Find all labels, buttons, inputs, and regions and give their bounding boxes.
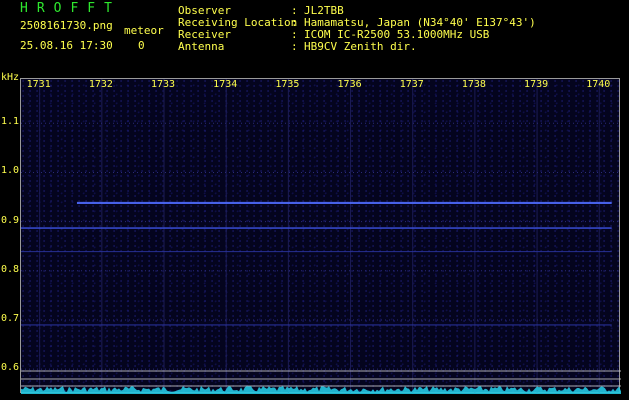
x-tick-label: 1734 <box>213 79 238 90</box>
meteor-count: 0 <box>138 39 145 52</box>
y-tick-label: 0.6 <box>1 362 20 374</box>
x-tick-label: 1732 <box>88 79 113 90</box>
x-tick-label: 1740 <box>586 79 611 90</box>
x-tick-label: 1739 <box>524 79 549 90</box>
x-tick-label: 1733 <box>151 79 176 90</box>
x-tick-label: 1736 <box>337 79 362 90</box>
y-tick-label: 0.9 <box>1 214 20 226</box>
hrofft-display: HROFFT 2508161730.png 25.08.16 17:30 met… <box>0 0 629 400</box>
x-tick-label: 1737 <box>399 79 424 90</box>
capture-datetime: 25.08.16 17:30 <box>20 39 113 52</box>
mode-label: meteor <box>124 24 164 37</box>
x-tick-label: 1731 <box>26 79 51 90</box>
image-filename: 2508161730.png <box>20 19 113 32</box>
spectrum-strip <box>21 386 621 394</box>
info-separator: : <box>291 40 298 53</box>
spectrogram-svg <box>21 79 621 394</box>
y-tick-label: 0.7 <box>1 312 20 324</box>
spectrogram <box>20 78 621 394</box>
info-value: HB9CV Zenith dir. <box>304 40 417 53</box>
x-tick-label: 1735 <box>275 79 300 90</box>
app-title: HROFFT <box>20 1 121 16</box>
y-axis-unit: kHz <box>1 72 20 83</box>
x-tick-label: 1738 <box>461 79 486 90</box>
y-tick-label: 1.1 <box>1 116 20 128</box>
y-tick-label: 1.0 <box>1 165 20 177</box>
info-key: Antenna <box>178 40 225 53</box>
y-tick-label: 0.8 <box>1 263 20 275</box>
